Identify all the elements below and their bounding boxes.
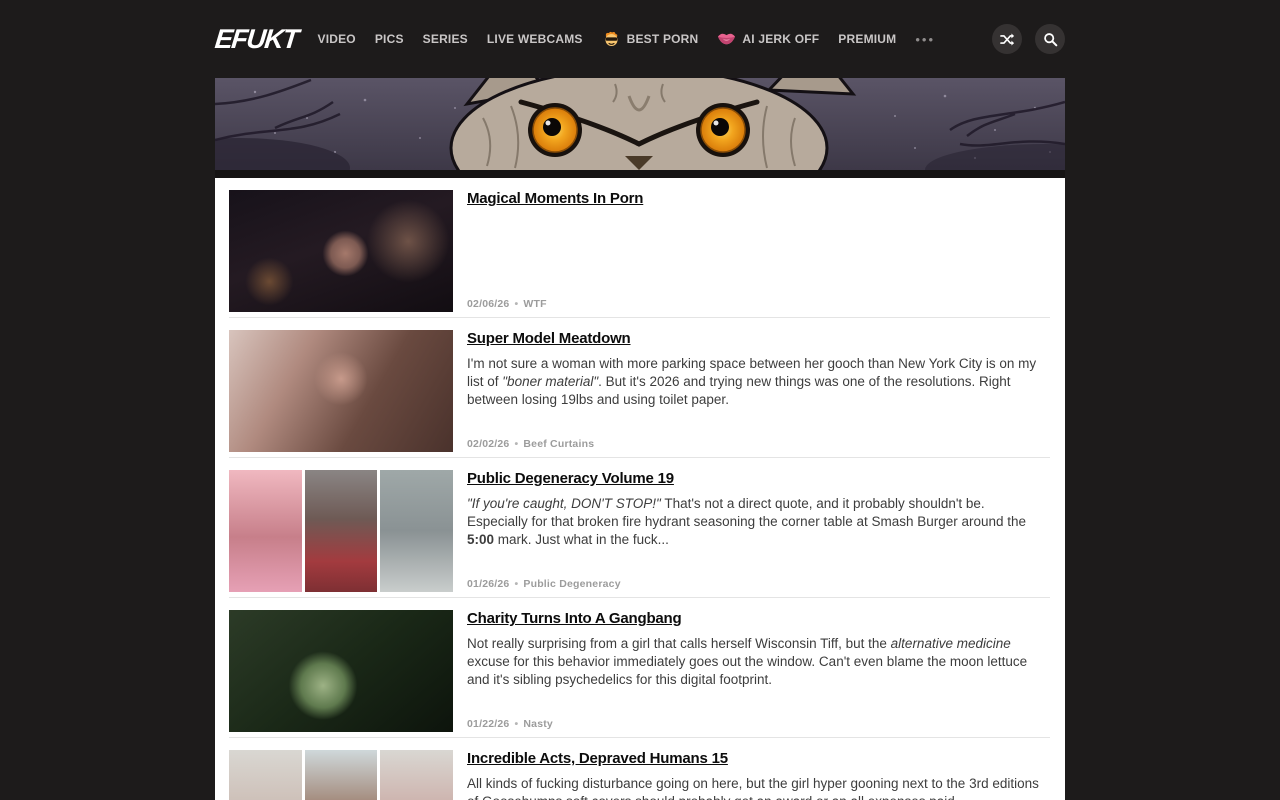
entry-meta: 02/02/26 • Beef Curtains [467,438,1050,452]
entry-category-link[interactable]: WTF [523,298,546,310]
video-entry: Super Model Meatdown I'm not sure a woma… [215,318,1065,458]
video-entry: Charity Turns Into A Gangbang Not really… [215,598,1065,738]
entry-title-link[interactable]: Super Model Meatdown [467,331,631,348]
entry-description: Not really surprising from a girl that c… [467,635,1041,689]
entry-meta: 01/26/26 • Public Degeneracy [467,578,1050,592]
thumbnail-panel [380,470,453,592]
thumbnail-panel [229,750,302,800]
nav-actions [992,24,1065,54]
top-nav-bar: EFUKT VIDEO PICS SERIES LIVE WEBCAMS [0,0,1280,78]
main-nav: VIDEO PICS SERIES LIVE WEBCAMS BEST PORN [318,31,936,47]
meta-separator-dot: • [514,438,518,450]
header-banner [215,78,1065,170]
video-entry: Magical Moments In Porn 02/06/26 • WTF [215,178,1065,318]
banner-bottom-strip [215,170,1065,178]
site-logo[interactable]: EFUKT [213,24,299,55]
video-thumbnail[interactable] [229,750,453,800]
nav-item-series[interactable]: SERIES [423,32,468,46]
entry-description: I'm not sure a woman with more parking s… [467,355,1041,409]
entry-date: 01/22/26 [467,718,509,730]
entry-date: 02/06/26 [467,298,509,310]
entry-title-link[interactable]: Magical Moments In Porn [467,191,643,208]
nav-item-video[interactable]: VIDEO [318,32,356,46]
video-entry: Public Degeneracy Volume 19 "If you're c… [215,458,1065,598]
video-thumbnail[interactable] [229,190,453,312]
video-entry: Incredible Acts, Depraved Humans 15 All … [215,738,1065,800]
nav-item-ai-jerk-off[interactable]: AI JERK OFF [717,31,819,47]
thumbnail-panel [305,470,378,592]
entry-meta: 01/22/26 • Nasty [467,718,1050,732]
entry-title-link[interactable]: Incredible Acts, Depraved Humans 15 [467,751,728,768]
entry-date: 01/26/26 [467,578,509,590]
video-thumbnail[interactable] [229,610,453,732]
shuffle-icon [1000,32,1015,47]
entry-description: All kinds of fucking disturbance going o… [467,775,1041,800]
nav-item-pics[interactable]: PICS [375,32,404,46]
entry-date: 02/02/26 [467,438,509,450]
entry-title-link[interactable]: Public Degeneracy Volume 19 [467,471,674,488]
entry-category-link[interactable]: Beef Curtains [523,438,594,450]
entry-category-link[interactable]: Public Degeneracy [523,578,620,590]
nav-item-premium[interactable]: PREMIUM [838,32,896,46]
meta-separator-dot: • [514,718,518,730]
thumbnail-panel [305,750,378,800]
owl-illustration [215,78,1065,170]
entry-category-link[interactable]: Nasty [523,718,553,730]
content-column: Magical Moments In Porn 02/06/26 • WTF S… [215,78,1065,800]
video-thumbnail[interactable] [229,330,453,452]
entry-description: "If you're caught, DON'T STOP!" That's n… [467,495,1041,549]
video-thumbnail[interactable] [229,470,453,592]
meta-separator-dot: • [514,298,518,310]
thumbnail-panel [380,750,453,800]
nav-item-live-webcams[interactable]: LIVE WEBCAMS [487,32,583,46]
shuffle-button[interactable] [992,24,1022,54]
lips-icon [717,31,736,47]
entry-meta: 02/06/26 • WTF [467,298,1050,312]
mascot-face-icon [602,31,621,47]
entry-title-link[interactable]: Charity Turns Into A Gangbang [467,611,681,628]
nav-more-menu[interactable]: ••• [915,32,935,47]
page: EFUKT VIDEO PICS SERIES LIVE WEBCAMS [0,0,1280,800]
meta-separator-dot: • [514,578,518,590]
search-icon [1043,32,1058,47]
nav-item-best-porn[interactable]: BEST PORN [602,31,699,47]
thumbnail-panel [229,470,302,592]
search-button[interactable] [1035,24,1065,54]
